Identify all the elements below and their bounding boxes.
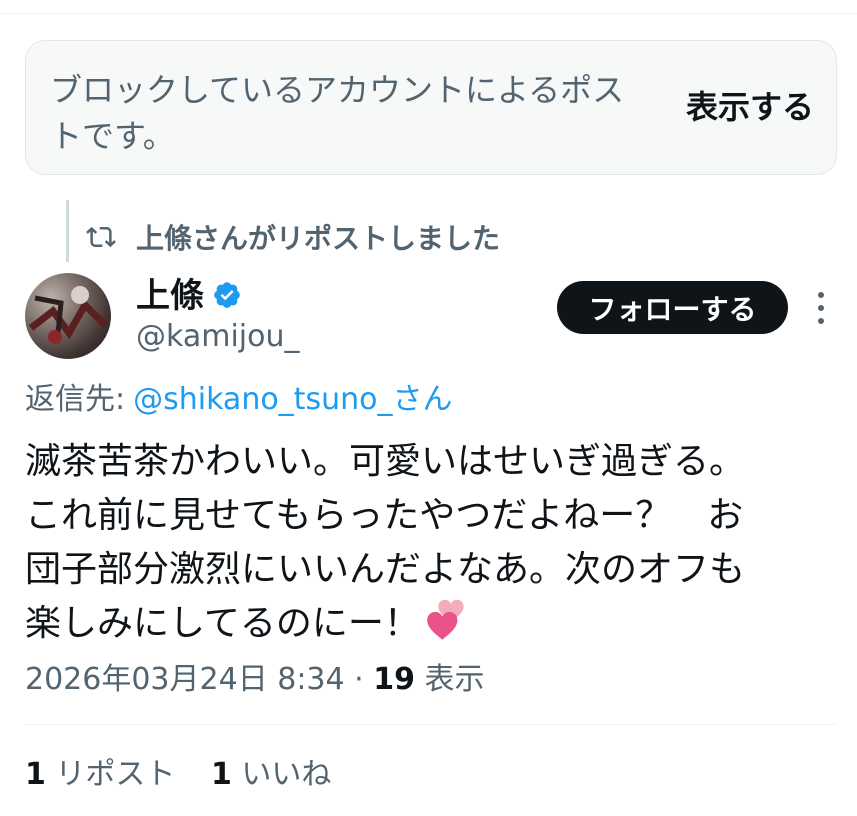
- repost-indicator-label[interactable]: 上條さんがリポストしました: [136, 222, 500, 256]
- reply-context: 返信先: @shikano_tsuno_さん: [25, 380, 452, 420]
- author-handle[interactable]: @kamijou_: [136, 318, 300, 356]
- reposts-label: リポスト: [45, 757, 176, 792]
- repost-icon: [86, 226, 116, 248]
- blocked-post-notice: ブロックしているアカウントによるポストです。 表示する: [25, 40, 837, 175]
- post-body: 滅茶苦茶かわいい。可愛いはせいぎ過ぎる。 これ前に見せてもらったやつだよねー？ …: [25, 441, 746, 644]
- author-display-name[interactable]: 上條: [136, 276, 204, 316]
- reply-separator: :: [115, 382, 126, 417]
- thread-connector-line: [66, 200, 69, 262]
- views-count: 19: [373, 662, 415, 697]
- show-blocked-post-button[interactable]: 表示する: [686, 87, 814, 127]
- more-options-icon[interactable]: [808, 286, 834, 330]
- author-avatar[interactable]: [25, 273, 111, 359]
- views-label: 表示: [414, 662, 485, 697]
- post-metadata: 2026年03月24日 8:34 · 19 表示: [25, 660, 485, 700]
- post-text: 滅茶苦茶かわいい。可愛いはせいぎ過ぎる。 これ前に見せてもらったやつだよねー？ …: [25, 435, 837, 651]
- post-timestamp[interactable]: 2026年03月24日 8:34: [25, 662, 345, 697]
- follow-button[interactable]: フォローする: [557, 281, 788, 334]
- likes-stat[interactable]: 1 いいね: [211, 757, 331, 792]
- two-hearts-icon: [427, 599, 464, 640]
- verified-badge-icon: [214, 282, 240, 308]
- reposts-stat[interactable]: 1 リポスト: [25, 757, 175, 792]
- top-divider: [0, 13, 857, 14]
- reposts-count: 1: [25, 757, 46, 792]
- reply-prefix: 返信先: [25, 382, 115, 417]
- meta-separator: ·: [344, 662, 374, 697]
- likes-label: いいね: [231, 757, 332, 792]
- likes-count: 1: [210, 757, 232, 792]
- post-stats: 1 リポスト 1 いいね: [25, 755, 357, 795]
- blocked-post-message: ブロックしているアカウントによるポストです。: [50, 71, 625, 155]
- reply-target-link[interactable]: @shikano_tsuno_さん: [133, 382, 452, 417]
- stats-divider: [25, 724, 837, 725]
